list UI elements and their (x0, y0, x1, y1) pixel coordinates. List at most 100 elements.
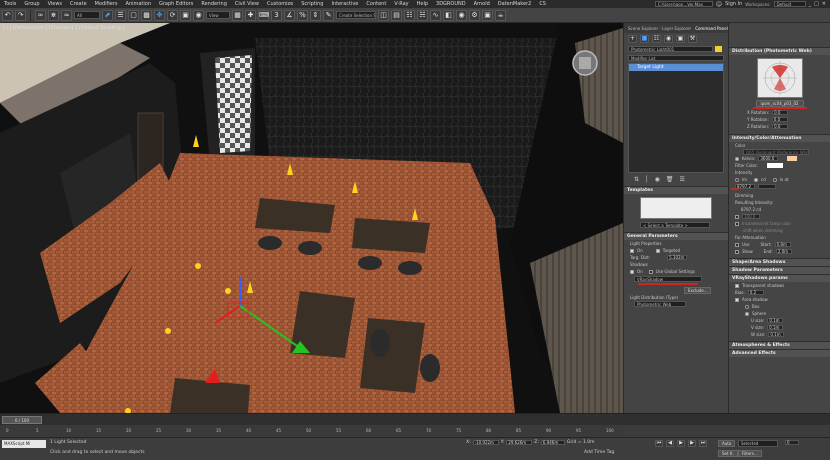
shadow-type-dropdown[interactable]: VRayShadow (634, 276, 702, 282)
targeted-checkbox[interactable] (655, 248, 660, 253)
box-radio[interactable] (745, 304, 749, 309)
link-icon[interactable]: ∞ (35, 9, 46, 21)
play-icon[interactable]: ▶ (677, 440, 685, 447)
next-frame-icon[interactable]: ▶ (688, 440, 696, 447)
tab-command-panel[interactable]: Command Panel (695, 26, 728, 31)
menu-arnold[interactable]: Arnold (470, 1, 494, 7)
edit-named-selection-icon[interactable]: ✎ (323, 9, 334, 21)
snaps-toggle-icon[interactable]: 3 (271, 9, 282, 21)
render-production-icon[interactable]: ☕ (495, 9, 506, 21)
minimize-icon[interactable]: _ (809, 1, 812, 7)
menu-cs[interactable]: CS (535, 1, 550, 7)
mirror-icon[interactable]: ◫ (378, 9, 389, 21)
key-filters-button[interactable]: Filters... (738, 450, 762, 457)
key-filter-dropdown[interactable]: Selected (738, 440, 778, 447)
keyboard-shortcut-icon[interactable]: ⌨ (258, 9, 269, 21)
transparent-shadows-checkbox[interactable] (735, 283, 739, 288)
previous-frame-icon[interactable]: ◀ (666, 440, 674, 447)
sphere-radio[interactable] (745, 311, 749, 316)
menu-content[interactable]: Content (362, 1, 390, 7)
select-and-move-icon[interactable]: ✥ (154, 9, 165, 21)
menu-create[interactable]: Create (66, 1, 91, 7)
object-color-swatch[interactable] (715, 46, 722, 52)
layer-explorer-icon[interactable]: ☷ (404, 9, 415, 21)
y-coord-field[interactable]: 29.626m (506, 440, 533, 445)
menu-modifiers[interactable]: Modifiers (91, 1, 122, 7)
x-rotation-spinner[interactable]: 0.0 (772, 110, 789, 115)
menu-help[interactable]: Help (413, 1, 432, 7)
workspace-dropdown[interactable]: Default (773, 1, 806, 7)
pin-stack-icon[interactable]: ⇅ (634, 176, 639, 183)
sign-in-link[interactable]: Sign In (725, 1, 742, 7)
vrayshadows-rollout[interactable]: VRayShadows params (729, 274, 830, 282)
percent-snap-icon[interactable]: % (297, 9, 308, 21)
unlink-icon[interactable]: ⋇ (48, 9, 59, 21)
align-icon[interactable]: ▤ (391, 9, 402, 21)
cd-radio[interactable] (754, 177, 759, 182)
viewport-label[interactable]: [+] [Perspective ] [Standard ] [Default … (3, 25, 124, 31)
object-name-field[interactable]: Photometric Light001 (628, 46, 713, 52)
select-object-icon[interactable]: ⬈ (102, 9, 113, 21)
bind-space-warp-icon[interactable]: ≈ (61, 9, 72, 21)
shadows-on-checkbox[interactable] (630, 269, 634, 274)
undo-icon[interactable]: ↶ (2, 9, 13, 21)
close-icon[interactable]: ✕ (822, 1, 826, 7)
menu-civil-view[interactable]: Civil View (231, 1, 263, 7)
select-and-place-icon[interactable]: ◉ (193, 9, 204, 21)
modifier-list-dropdown[interactable]: Modifier List (628, 55, 724, 61)
u-size-spinner[interactable]: 0.1m (767, 318, 784, 323)
select-by-name-icon[interactable]: ☰ (115, 9, 126, 21)
rectangle-selection-icon[interactable]: ▢ (128, 9, 139, 21)
select-manipulate-icon[interactable]: ✚ (245, 9, 256, 21)
menu-views[interactable]: Views (44, 1, 66, 7)
far-show-checkbox[interactable] (735, 249, 739, 254)
hierarchy-tab-icon[interactable]: ☷ (652, 35, 661, 43)
menu-animation[interactable]: Animation (122, 1, 156, 7)
intensity-rollout[interactable]: Intensity/Color/Attenuation (729, 134, 830, 142)
material-editor-icon[interactable]: ◉ (456, 9, 467, 21)
menu-rendering[interactable]: Rendering (197, 1, 231, 7)
track-bar[interactable]: 0 5 10 15 20 25 30 35 40 45 50 55 60 65 70 75 80 85 90 95 10… (0, 425, 623, 437)
shape-area-shadows-rollout[interactable]: Shape/Area Shadows (729, 258, 830, 266)
maxscript-listener[interactable]: MAXScript Mi (2, 440, 46, 448)
area-shadow-checkbox[interactable] (735, 297, 739, 302)
menu-vray[interactable]: V-Ray (390, 1, 412, 7)
create-tab-icon[interactable]: + (628, 35, 637, 43)
kelvin-spinner[interactable]: 3600.0 (758, 156, 779, 161)
configure-modifier-sets-icon[interactable]: ☰ (680, 176, 685, 183)
lx-distance-spinner[interactable] (758, 184, 776, 189)
menu-graph-editors[interactable]: Graph Editors (155, 1, 197, 7)
menu-3dground[interactable]: 3DGROUND (432, 1, 470, 7)
select-and-scale-icon[interactable]: ▣ (180, 9, 191, 21)
atmospheres-effects-rollout[interactable]: Atmospheres & Effects (729, 341, 830, 349)
menu-scripting[interactable]: Scripting (297, 1, 327, 7)
advanced-effects-rollout[interactable]: Advanced Effects (729, 349, 830, 357)
user-icon[interactable]: ☺ (716, 1, 722, 8)
scene-explorer-icon[interactable]: ☵ (417, 9, 428, 21)
general-parameters-rollout[interactable]: General Parameters (624, 232, 728, 240)
maximize-icon[interactable]: □ (814, 1, 819, 7)
templates-rollout[interactable]: Templates (624, 186, 728, 194)
reference-coordinate-dropdown[interactable]: View (206, 11, 230, 19)
dimming-percent-checkbox[interactable] (735, 214, 739, 219)
far-end-spinner[interactable]: 2.0m (775, 249, 792, 254)
time-slider-thumb[interactable]: 0 / 100 (2, 416, 42, 424)
template-dropdown[interactable]: < Select a Template > (640, 222, 710, 228)
motion-tab-icon[interactable]: ◉ (664, 35, 673, 43)
far-use-checkbox[interactable] (735, 242, 739, 247)
far-start-spinner[interactable]: 0.8m (774, 242, 791, 247)
menu-customize[interactable]: Customize (263, 1, 297, 7)
kelvin-color-swatch[interactable] (787, 156, 798, 161)
shadow-parameters-rollout[interactable]: Shadow Parameters (729, 266, 830, 274)
viewcube-face[interactable] (579, 57, 591, 69)
selection-filter-dropdown[interactable]: All (74, 11, 100, 19)
targ-dist-spinner[interactable]: 5.302m (667, 255, 688, 260)
set-key-button[interactable]: Set K. (718, 450, 738, 457)
utilities-tab-icon[interactable]: ⚒ (688, 35, 697, 43)
stack-item-target-light[interactable]: Target Light (629, 64, 723, 71)
lx-radio[interactable] (772, 177, 777, 182)
show-end-result-icon[interactable]: │ (645, 176, 649, 183)
perspective-viewport[interactable]: [+] [Perspective ] [Standard ] [Default … (0, 23, 623, 413)
tab-scene-explorer[interactable]: Scene Explorer - Layer Explorer (628, 26, 691, 31)
lm-radio[interactable] (735, 177, 739, 182)
